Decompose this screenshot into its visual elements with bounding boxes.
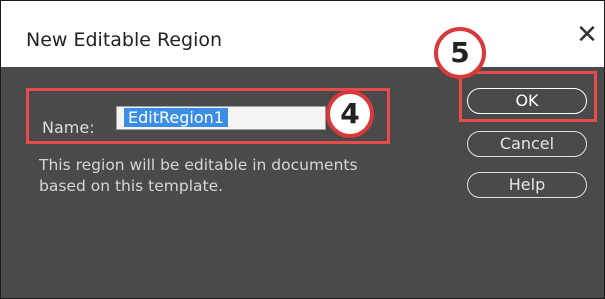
dialog-title: New Editable Region xyxy=(26,29,223,51)
new-editable-region-dialog: New Editable Region ✕ Name: EditRegion1 … xyxy=(0,0,605,299)
helper-text: This region will be editable in document… xyxy=(39,156,358,195)
step-4-badge: 4 xyxy=(326,90,374,138)
step-5-badge: 5 xyxy=(434,27,486,79)
ok-button-highlight xyxy=(459,71,597,122)
close-icon[interactable]: ✕ xyxy=(573,21,601,49)
title-bar: New Editable Region ✕ xyxy=(1,1,604,67)
cancel-button[interactable]: Cancel xyxy=(467,131,587,157)
help-button[interactable]: Help xyxy=(467,172,587,198)
